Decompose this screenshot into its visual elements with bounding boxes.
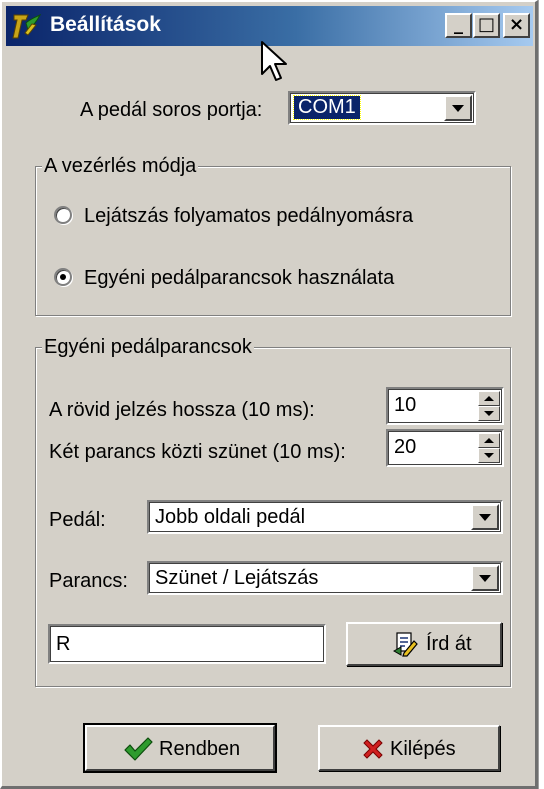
short-signal-spinner[interactable]: 10 [386,387,504,425]
pedal-value: Jobb oldali pedál [155,506,306,528]
serial-port-label: A pedál soros portja: [80,99,263,121]
spin-down-icon[interactable] [478,406,500,421]
key-input[interactable]: R [48,624,326,664]
minimize-icon: _ [454,14,463,35]
maximize-button[interactable]: □ [473,13,500,38]
red-x-icon [363,739,383,759]
exit-button[interactable]: Kilépés [318,725,500,771]
chevron-down-icon[interactable] [444,95,472,121]
radio-continuous-playback[interactable] [54,206,72,224]
ok-button-label: Rendben [159,738,241,760]
app-logo-icon [12,13,42,39]
pedal-select[interactable]: Jobb oldali pedál [147,500,503,534]
serial-port-select[interactable]: COM1 [288,91,476,125]
radio-continuous-playback-label[interactable]: Lejátszás folyamatos pedálnyomásra [84,205,413,228]
minimize-button[interactable]: _ [445,13,472,38]
window-title: Beállítások [50,13,161,36]
short-signal-value[interactable]: 10 [394,394,416,417]
exit-button-label: Kilépés [390,738,456,760]
pause-label: Két parancs közti szünet (10 ms): [49,441,346,463]
key-input-value[interactable]: R [56,633,70,656]
rewrite-button-label: Írd át [426,633,472,655]
custom-commands-legend: Egyéni pedálparancsok [42,336,254,359]
maximize-icon: □ [477,14,495,35]
command-select[interactable]: Szünet / Lejátszás [147,561,503,595]
edit-document-icon [392,632,418,657]
settings-dialog: Beállítások _ □ × A pedál soros portja: … [0,0,539,789]
command-value: Szünet / Lejátszás [155,567,319,589]
radio-custom-commands-label[interactable]: Egyéni pedálparancsok használata [84,267,394,290]
pause-spinner[interactable]: 20 [386,429,504,467]
rewrite-button[interactable]: Írd át [346,622,502,666]
chevron-down-icon[interactable] [471,504,499,530]
short-signal-label: A rövid jelzés hossza (10 ms): [49,399,315,421]
close-button[interactable]: × [503,13,530,38]
mouse-pointer-icon [261,41,287,81]
control-mode-group: A vezérlés módja [35,155,511,316]
ok-button[interactable]: Rendben [83,723,277,773]
radio-custom-commands[interactable] [54,268,72,286]
control-mode-legend: A vezérlés módja [42,155,199,178]
close-icon: × [508,14,525,35]
pause-value[interactable]: 20 [394,436,416,459]
pedal-label: Pedál: [49,509,106,531]
spin-down-icon[interactable] [478,448,500,463]
spin-up-icon[interactable] [478,433,500,448]
command-label: Parancs: [49,570,128,592]
spin-up-icon[interactable] [478,391,500,406]
checkmark-icon [124,737,153,761]
serial-port-value: COM1 [293,95,361,120]
chevron-down-icon[interactable] [471,565,499,591]
